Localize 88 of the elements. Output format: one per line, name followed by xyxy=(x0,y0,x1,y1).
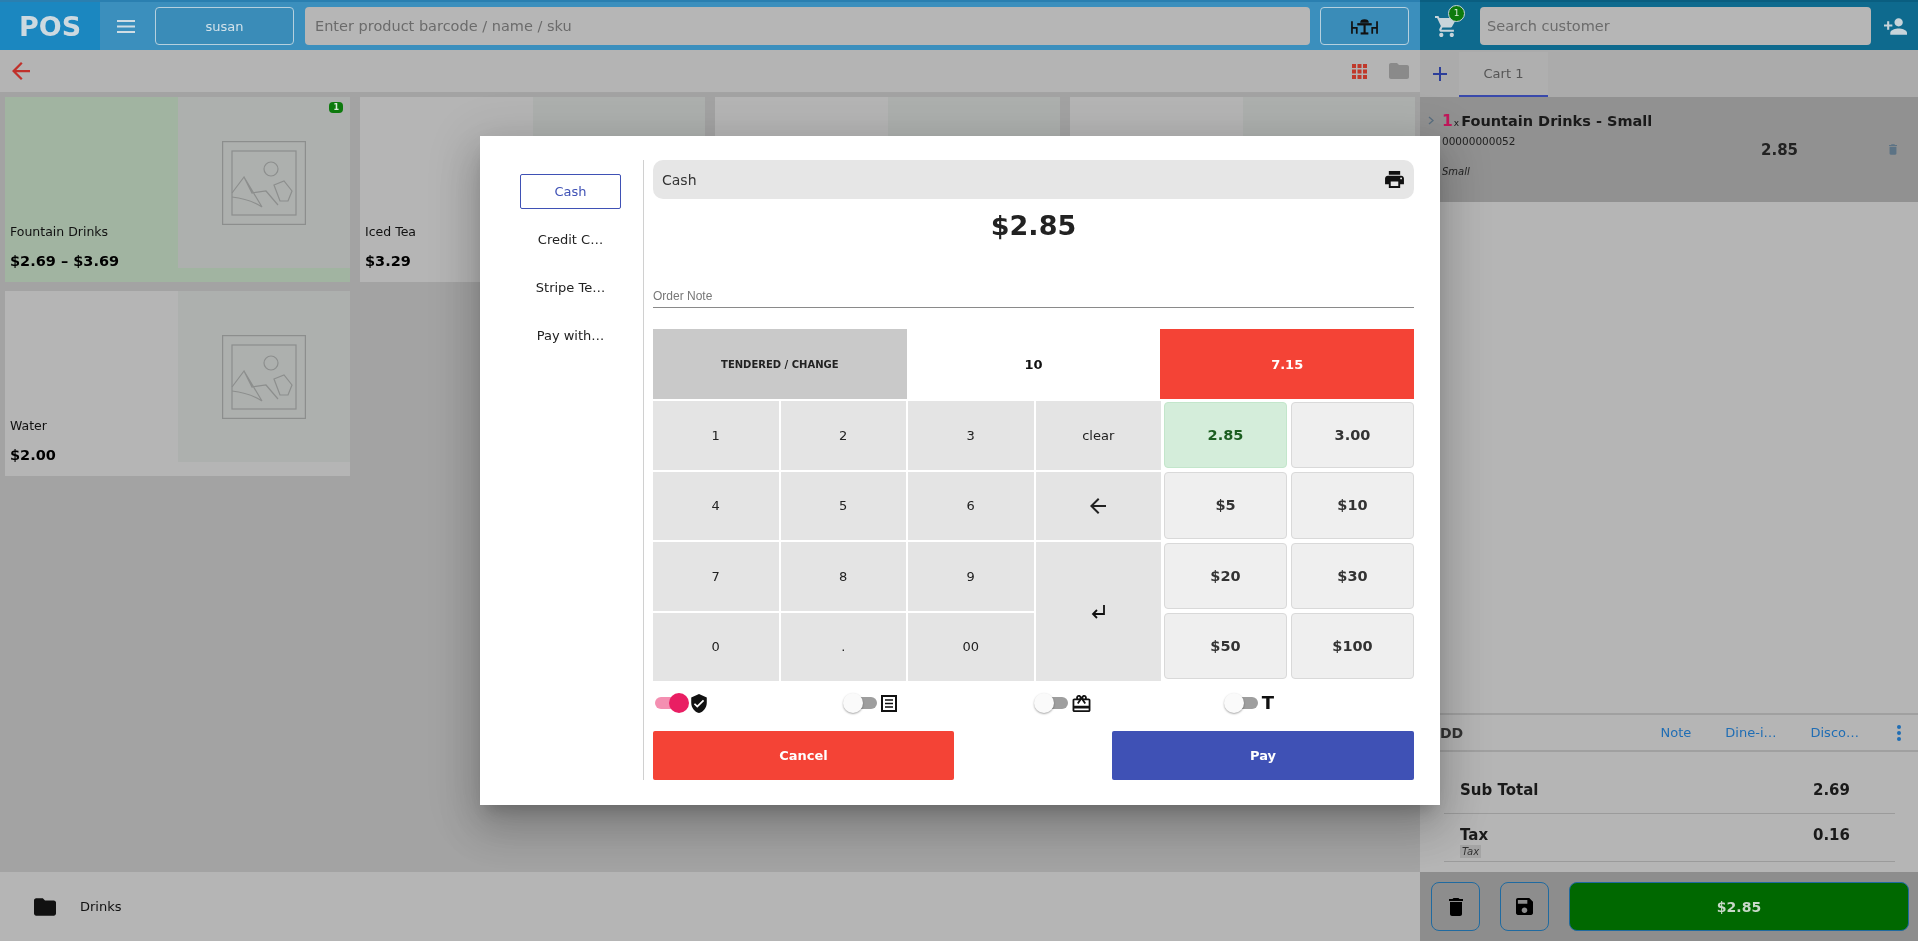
keypad-key[interactable]: 3 xyxy=(908,401,1034,470)
product-price: $2.69 – $3.69 xyxy=(10,252,120,271)
item-variant: Small xyxy=(1442,165,1470,178)
keypad-key[interactable]: 8 xyxy=(780,542,906,611)
quick-amount-button[interactable]: $20 xyxy=(1164,542,1287,609)
keypad-key[interactable]: 6 xyxy=(908,471,1034,540)
toggle-switch[interactable] xyxy=(1223,693,1260,713)
keypad-key[interactable]: 7 xyxy=(653,542,779,611)
payment-method[interactable]: Stripe Te… xyxy=(520,270,621,305)
total-value: 2.69 xyxy=(1813,781,1850,800)
table-button[interactable] xyxy=(1320,7,1409,45)
image-icon xyxy=(222,334,306,419)
keypad-key[interactable]: 4 xyxy=(653,471,779,540)
total-note: Tax xyxy=(1460,845,1482,858)
quantity-badge: 1 xyxy=(329,102,343,113)
item-sku: 00000000052 xyxy=(1442,134,1516,148)
back-arrow-icon[interactable] xyxy=(12,62,30,80)
pay-button[interactable]: Pay xyxy=(1112,731,1414,780)
list-icon xyxy=(881,694,898,712)
payment-method[interactable]: Cash xyxy=(520,174,621,209)
save-button[interactable] xyxy=(1500,882,1549,931)
category-button[interactable]: Drinks xyxy=(34,891,122,922)
keypad-key[interactable]: . xyxy=(780,612,906,681)
cancel-button[interactable]: Cancel xyxy=(653,731,954,780)
total-value: 0.16 xyxy=(1813,826,1850,845)
logo: POS xyxy=(0,2,100,50)
keypad-key[interactable]: 5 xyxy=(780,471,906,540)
shield-check-icon xyxy=(691,693,707,713)
cart-tab[interactable]: Cart 1 xyxy=(1459,52,1548,97)
folder-icon xyxy=(34,897,56,916)
product-price: $2.00 xyxy=(10,446,56,465)
product-name: Fountain Drinks xyxy=(10,224,109,240)
quick-amount-button[interactable]: $5 xyxy=(1164,472,1287,539)
quick-amount-button[interactable]: $30 xyxy=(1291,542,1414,609)
chevron-right-icon[interactable] xyxy=(1428,116,1434,125)
total-label: Sub Total xyxy=(1460,781,1539,800)
keypad-key[interactable]: clear xyxy=(1035,401,1161,470)
keypad-key[interactable]: 9 xyxy=(908,542,1034,611)
product-card[interactable]: Fountain Drinks $2.69 – $3.69 1 xyxy=(5,97,350,282)
checkout-button[interactable]: $2.85 xyxy=(1569,882,1909,931)
payment-method[interactable]: Credit C… xyxy=(520,222,621,257)
customer-search-field[interactable]: Search customer xyxy=(1480,7,1871,45)
toggle-switch[interactable] xyxy=(653,693,689,713)
gift-card-icon xyxy=(1071,694,1091,712)
item-price: 2.85 xyxy=(1761,140,1798,159)
quick-amount-button[interactable]: $100 xyxy=(1291,612,1414,679)
cart-item[interactable]: 1 x Fountain Drinks - Small 00000000052 Small 2.85 xyxy=(1420,97,1918,202)
add-action[interactable]: DD xyxy=(1440,724,1464,741)
keypad-key[interactable]: 0 xyxy=(653,612,779,681)
product-name: Water xyxy=(10,418,47,434)
product-search-field[interactable]: Enter product barcode / name / sku xyxy=(305,7,1310,45)
keypad-key[interactable]: 1 xyxy=(653,401,779,470)
tendered-amount: 10 xyxy=(1023,355,1044,374)
grid-view-icon[interactable] xyxy=(1352,63,1367,79)
add-cart-icon[interactable] xyxy=(1433,66,1447,81)
cart-item-title: 1 x Fountain Drinks - Small xyxy=(1442,111,1653,132)
tendered-change-label: TENDERED / CHANGE xyxy=(653,329,907,399)
total-label: Tax xyxy=(1460,826,1489,845)
product-name: Iced Tea xyxy=(365,224,417,240)
quick-amount-button[interactable]: 3.00 xyxy=(1291,402,1414,469)
product-card[interactable]: Water $2.00 xyxy=(5,291,350,476)
backspace-arrow-icon xyxy=(1090,497,1107,514)
toggle-label: T xyxy=(1261,693,1275,713)
trash-icon xyxy=(1448,897,1463,916)
enter-icon xyxy=(1090,603,1107,620)
add-customer-icon[interactable] xyxy=(1884,17,1907,35)
menu-icon[interactable] xyxy=(117,19,135,33)
more-options-icon[interactable] xyxy=(1897,724,1901,741)
delete-icon[interactable] xyxy=(1889,144,1897,155)
quick-amount-button[interactable]: $50 xyxy=(1164,612,1287,679)
quick-amount-button[interactable]: $10 xyxy=(1291,472,1414,539)
image-icon xyxy=(222,140,306,225)
folder-icon[interactable] xyxy=(1389,63,1409,79)
print-icon[interactable] xyxy=(1385,171,1404,188)
amount-due: $2.85 xyxy=(990,209,1077,241)
change-amount: 7.15 xyxy=(1160,329,1414,399)
product-price: $3.29 xyxy=(365,252,411,271)
quick-amount-button[interactable]: 2.85 xyxy=(1164,402,1287,469)
cart-icon[interactable] xyxy=(1435,15,1456,37)
payment-method[interactable]: Pay with… xyxy=(520,318,621,353)
toggle-switch[interactable] xyxy=(1033,693,1070,713)
keypad-key[interactable]: 00 xyxy=(908,612,1034,681)
method-title: Cash xyxy=(662,171,697,188)
keypad-key[interactable]: 2 xyxy=(780,401,906,470)
save-icon xyxy=(1516,898,1533,915)
table-icon xyxy=(1351,17,1378,35)
cart-count-badge: 1 xyxy=(1448,4,1465,22)
clear-cart-button[interactable] xyxy=(1431,882,1480,931)
